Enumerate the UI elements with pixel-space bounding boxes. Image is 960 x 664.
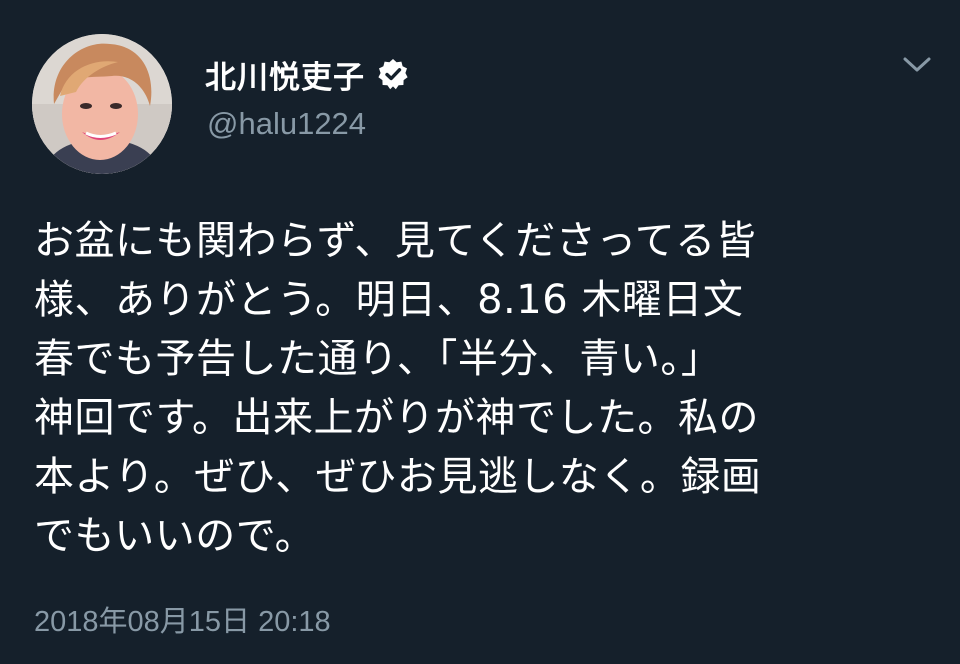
- tweet-menu-button[interactable]: [896, 50, 938, 80]
- tweet-text-line: お盆にも関わらず、見てくださってる皆: [34, 218, 757, 264]
- tweet-card: 北川悦吏子 @halu1224 お盆にも関わらず、見てくださってる皆 様、ありが…: [0, 0, 960, 664]
- display-name[interactable]: 北川悦吏子: [205, 52, 365, 97]
- tweet-text-line: 春でも予告した通り、「半分、青い。」: [34, 336, 722, 382]
- chevron-down-icon: [903, 57, 931, 72]
- tweet-text-line: 様、ありがとう。明日、8.16 木曜日文: [34, 277, 744, 323]
- tweet-text-line: 神回です。出来上がりが神でした。私の: [34, 395, 759, 441]
- tweet-timestamp[interactable]: 2018年08月15日 20:18: [34, 598, 331, 640]
- verified-badge-icon: [377, 58, 409, 90]
- tweet-text: お盆にも関わらず、見てくださってる皆 様、ありがとう。明日、8.16 木曜日文 …: [34, 212, 934, 566]
- avatar[interactable]: [32, 34, 172, 174]
- tweet-text-line: でもいいので。: [34, 513, 316, 559]
- author-name-row: 北川悦吏子: [205, 52, 409, 96]
- author-handle[interactable]: @halu1224: [207, 106, 366, 142]
- avatar-photo: [32, 34, 172, 174]
- tweet-text-line: 本より。ぜひ、ぜひお見逃しなく。録画: [34, 454, 762, 500]
